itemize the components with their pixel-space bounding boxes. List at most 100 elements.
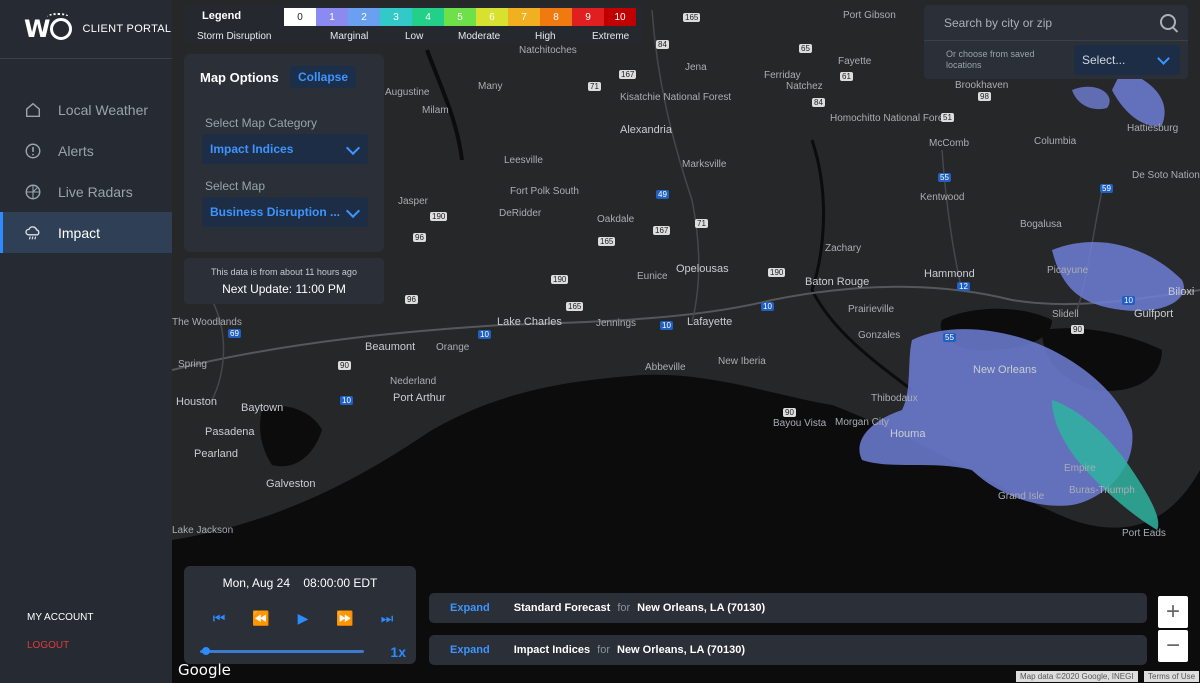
map-place-label: Milam <box>422 105 449 116</box>
zoom-out-button[interactable]: − <box>1158 630 1188 662</box>
legend-label-marginal: Marginal <box>330 31 369 42</box>
highway-shield-icon: 190 <box>430 212 448 221</box>
playback-controls: ⏮ ⏪ ▶ ⏩ ⏭ <box>210 610 396 627</box>
map-place-label: Alexandria <box>620 124 672 136</box>
sidebar-item-local-weather[interactable]: Local Weather <box>0 89 172 130</box>
highway-shield-icon: 10 <box>478 330 491 339</box>
map-place-label: New Iberia <box>718 356 766 367</box>
map-place-label: Lafayette <box>687 316 733 328</box>
map-place-label: Homochitto National Forest <box>830 113 952 124</box>
search-input[interactable]: Search by city or zip <box>924 5 1188 41</box>
map-place-label: Natchitoches <box>519 45 577 56</box>
map-place-label: Grand Isle <box>998 491 1045 502</box>
zoom-in-button[interactable]: + <box>1158 596 1188 628</box>
rewind-icon[interactable]: ⏪ <box>252 610 270 627</box>
date-text: Mon, Aug 24 <box>222 576 290 590</box>
map-place-label: McComb <box>929 138 970 149</box>
forecast-location: New Orleans, LA (70130) <box>617 644 745 656</box>
alert-circle-icon <box>25 143 41 158</box>
sidebar-item-live-radars[interactable]: Live Radars <box>0 171 172 212</box>
saved-locations-select[interactable]: Select... <box>1074 45 1180 75</box>
legend-label-low: Low <box>405 31 424 42</box>
highway-shield-icon: 71 <box>588 82 601 91</box>
timeline-handle[interactable] <box>202 647 210 655</box>
map-place-label: Empire <box>1064 463 1096 474</box>
legend: Legend 0 1 2 3 4 5 6 7 8 9 10 Storm Disr… <box>184 5 642 43</box>
highway-shield-icon: 96 <box>405 295 418 304</box>
highway-shield-icon: 165 <box>598 237 616 246</box>
forecast-name: Impact Indices <box>513 644 591 656</box>
expand-button[interactable]: Expand <box>450 602 490 614</box>
fast-forward-icon[interactable]: ⏩ <box>336 610 354 627</box>
brand: W CLIENT PORTAL <box>0 0 172 59</box>
legend-swatch: 1 <box>316 8 348 26</box>
map-place-label: Port Gibson <box>843 10 896 21</box>
map-place-label: Abbeville <box>645 362 686 373</box>
skip-to-end-icon[interactable]: ⏭ <box>378 610 396 627</box>
highway-shield-icon: 167 <box>653 226 671 235</box>
map-place-label: Beaumont <box>365 341 416 353</box>
sidebar-item-impact[interactable]: Impact <box>0 212 172 253</box>
sidebar-item-label: Live Radars <box>58 183 133 200</box>
legend-swatch: 2 <box>348 8 380 26</box>
highway-shield-icon: 167 <box>619 70 637 79</box>
skip-to-start-icon[interactable]: ⏮ <box>210 610 228 627</box>
highway-shield-icon: 12 <box>957 282 970 291</box>
highway-shield-icon: 65 <box>799 44 812 53</box>
map-place-label: Lake Jackson <box>172 525 234 536</box>
highway-shield-icon: 90 <box>783 408 796 417</box>
chevron-down-icon <box>1157 52 1170 65</box>
next-update-text: Next Update: 11:00 PM <box>222 282 346 296</box>
my-account-link[interactable]: MY ACCOUNT <box>27 612 94 623</box>
highway-shield-icon: 84 <box>656 40 669 49</box>
map-place-label: Biloxi <box>1168 286 1195 298</box>
map-place-label: Port Eads <box>1122 528 1166 539</box>
update-info: This data is from about 11 hours ago Nex… <box>184 258 384 304</box>
logo[interactable]: W <box>24 13 73 43</box>
highway-shield-icon: 10 <box>340 396 353 405</box>
legend-swatch: 5 <box>444 8 476 26</box>
play-icon[interactable]: ▶ <box>294 610 312 627</box>
logo-text: W <box>24 15 51 43</box>
category-select[interactable]: Impact Indices <box>202 134 368 164</box>
map-place-label: De Soto National Forest <box>1132 170 1200 181</box>
chevron-down-icon <box>345 140 361 156</box>
timeline-player: Mon, Aug 24 08:00:00 EDT ⏮ ⏪ ▶ ⏩ ⏭ 1x <box>184 566 416 664</box>
sidebar-item-alerts[interactable]: Alerts <box>0 130 172 171</box>
terms-link[interactable]: Terms of Use <box>1144 671 1200 682</box>
map-place-label: Zachary <box>825 243 862 254</box>
map-select[interactable]: Business Disruption ... <box>202 197 368 227</box>
highway-shield-icon: 51 <box>941 113 954 122</box>
expand-button[interactable]: Expand <box>450 644 490 656</box>
legend-label-moderate: Moderate <box>458 31 501 42</box>
map-place-label: Picayune <box>1047 265 1089 276</box>
category-value: Impact Indices <box>210 142 294 156</box>
map-place-label: Gonzales <box>858 330 901 341</box>
map-options-title: Map Options <box>200 70 279 85</box>
time-text: 08:00:00 EDT <box>303 576 378 590</box>
highway-shield-icon: 96 <box>413 233 426 242</box>
legend-swatches: 0 1 2 3 4 5 6 7 8 9 10 <box>284 8 636 26</box>
data-age-text: This data is from about 11 hours ago <box>211 267 357 277</box>
map-place-label: Houma <box>890 428 926 440</box>
legend-label-high: High <box>535 31 556 42</box>
map-place-label: Marksville <box>682 159 727 170</box>
map-place-label: The Woodlands <box>172 317 242 328</box>
logout-link[interactable]: LOGOUT <box>27 640 69 651</box>
sidebar-item-label: Local Weather <box>58 101 149 118</box>
legend-swatch: 3 <box>380 8 412 26</box>
house-icon <box>25 102 41 117</box>
highway-shield-icon: 49 <box>656 190 669 199</box>
cloud-rain-icon <box>25 225 40 239</box>
legend-swatch: 4 <box>412 8 444 26</box>
legend-title: Legend <box>202 10 242 22</box>
highway-shield-icon: 98 <box>978 92 991 101</box>
collapse-button[interactable]: Collapse <box>290 66 357 88</box>
logo-sun-icon <box>47 13 73 40</box>
map-place-label: Baytown <box>241 402 284 414</box>
map-place-label: Kentwood <box>920 192 965 203</box>
map-place-label: Port Arthur <box>393 392 446 404</box>
timeline-track[interactable] <box>200 650 364 653</box>
playback-speed[interactable]: 1x <box>390 644 406 660</box>
search-icon[interactable] <box>1160 14 1176 30</box>
